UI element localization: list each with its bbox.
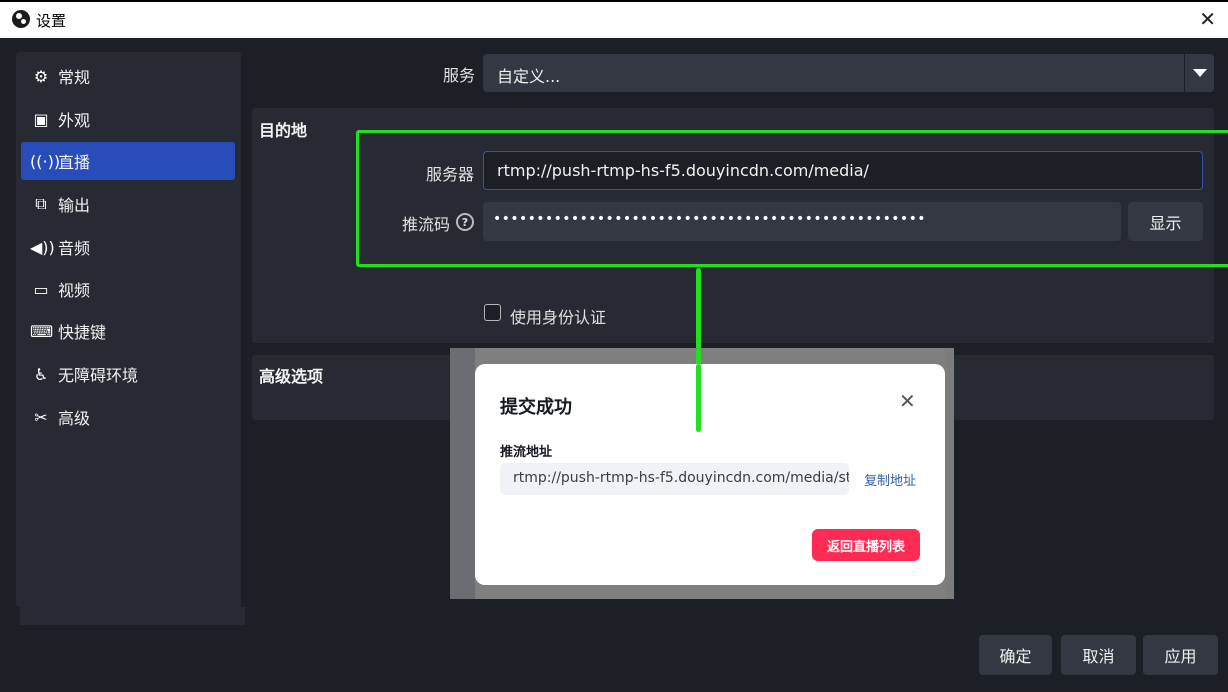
push-url-label: 推流地址 <box>500 445 553 460</box>
sidebar-item-audio[interactable]: ◀)) 音频 <box>21 228 235 266</box>
sidebar-item-label: 外观 <box>58 111 91 130</box>
sidebar-item-appearance[interactable]: ▣ 外观 <box>21 100 235 138</box>
sidebar-item-advanced[interactable]: ✂ 高级 <box>21 398 235 436</box>
appearance-icon: ▣ <box>33 109 49 129</box>
service-value: 自定义... <box>497 67 561 86</box>
sidebar-item-label: 直播 <box>58 153 91 172</box>
backdrop-shade-left <box>450 348 475 599</box>
sidebar-item-label: 视频 <box>58 281 91 300</box>
destination-title: 目的地 <box>259 121 308 140</box>
speaker-icon: ◀)) <box>30 237 55 257</box>
auth-checkbox-label: 使用身份认证 <box>510 308 607 327</box>
sidebar-item-label: 无障碍环境 <box>58 366 139 385</box>
ok-button[interactable]: 确定 <box>979 635 1052 675</box>
sidebar-item-label: 快捷键 <box>58 323 107 342</box>
advanced-title: 高级选项 <box>259 367 324 386</box>
sidebar-item-label: 输出 <box>58 196 91 215</box>
sidebar-item-output[interactable]: ⧉ 输出 <box>21 185 235 223</box>
close-icon[interactable]: ✕ <box>1199 7 1216 31</box>
gear-icon: ⚙ <box>33 66 49 86</box>
highlight-annotation-box <box>356 130 1228 267</box>
auth-checkbox[interactable] <box>484 304 501 321</box>
service-label: 服务 <box>443 66 476 85</box>
sidebar-item-hotkeys[interactable]: ⌨ 快捷键 <box>21 312 235 350</box>
chevron-down-icon[interactable] <box>1184 54 1214 92</box>
sidebar-item-label: 常规 <box>58 68 91 87</box>
title-bar: 设置 ✕ <box>0 0 1228 38</box>
sidebar-item-label: 音频 <box>58 239 91 258</box>
copy-url-link[interactable]: 复制地址 <box>864 470 916 489</box>
sidebar-item-label: 高级 <box>58 409 91 428</box>
dialog-title: 提交成功 <box>500 397 572 418</box>
submit-success-dialog: 提交成功 ✕ 推流地址 rtmp://push-rtmp-hs-f5.douyi… <box>475 364 945 585</box>
back-to-live-list-button[interactable]: 返回直播列表 <box>812 529 920 561</box>
push-url-field[interactable]: rtmp://push-rtmp-hs-f5.douyincdn.com/med… <box>500 463 849 495</box>
sidebar-item-general[interactable]: ⚙ 常规 <box>21 57 235 95</box>
settings-sidebar: ⚙ 常规 ▣ 外观 ((·)) 直播 ⧉ 输出 ◀)) 音频 ▭ 视频 ⌨ 快捷… <box>16 52 241 607</box>
cancel-button[interactable]: 取消 <box>1061 635 1136 675</box>
window-title: 设置 <box>36 12 67 30</box>
obs-logo-icon <box>12 10 30 28</box>
monitor-icon: ▭ <box>33 279 49 299</box>
backdrop-shade-right <box>945 348 954 599</box>
apply-button[interactable]: 应用 <box>1143 635 1218 675</box>
tools-icon: ✂ <box>34 407 48 427</box>
accessibility-icon: ♿ <box>33 364 49 384</box>
service-select[interactable]: 自定义... <box>483 54 1214 92</box>
broadcast-icon: ((·)) <box>30 151 61 171</box>
close-icon[interactable]: ✕ <box>899 389 916 413</box>
output-icon: ⧉ <box>35 194 47 213</box>
sidebar-item-stream[interactable]: ((·)) 直播 <box>21 142 235 180</box>
keyboard-icon: ⌨ <box>30 321 54 341</box>
highlight-annotation-arrow-tip <box>696 364 701 432</box>
sidebar-item-accessibility[interactable]: ♿ 无障碍环境 <box>21 355 235 393</box>
push-url-value: rtmp://push-rtmp-hs-f5.douyincdn.com/med… <box>513 470 849 486</box>
sidebar-item-video[interactable]: ▭ 视频 <box>21 270 235 308</box>
sidebar-footer <box>20 607 245 625</box>
